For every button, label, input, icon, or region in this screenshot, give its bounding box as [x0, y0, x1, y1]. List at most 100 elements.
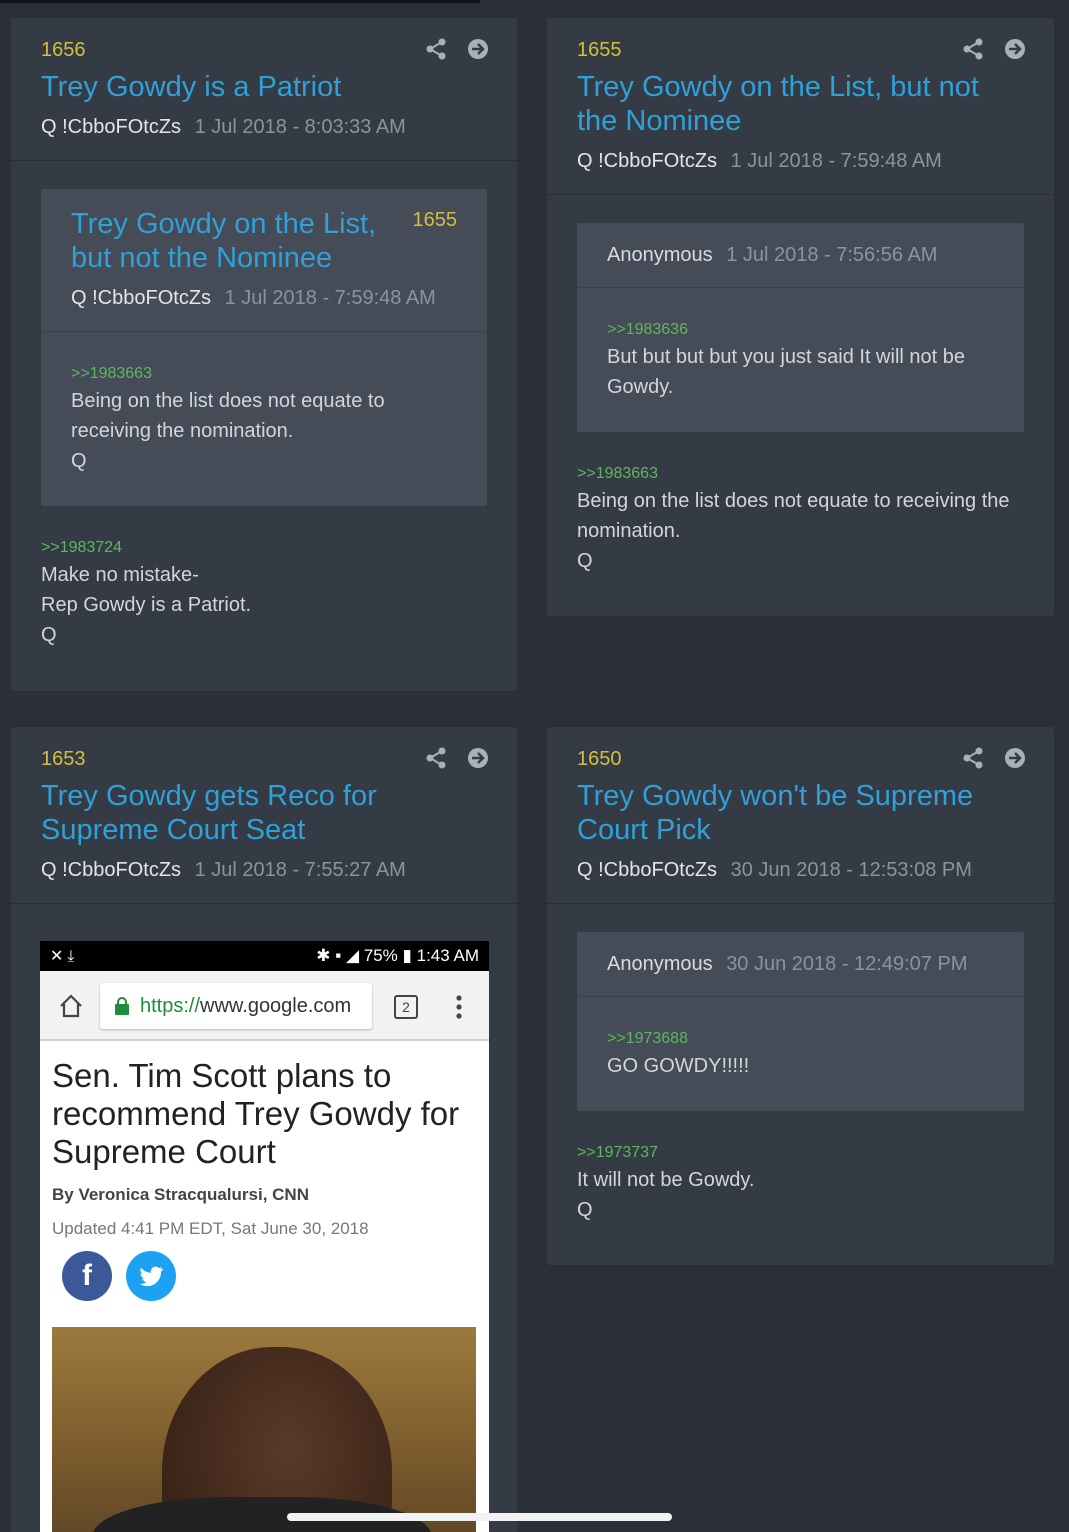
post-number: 1650 — [577, 748, 622, 770]
post-meta: Q !CbboFOtcZs 30 Jun 2018 - 12:53:08 PM — [577, 857, 1024, 883]
post-meta: Q !CbboFOtcZs 1 Jul 2018 - 8:03:33 AM — [41, 114, 487, 140]
signal-icons: ✱ ▪ ◢ — [316, 946, 364, 965]
post-body: >>1983724 Make no mistake- Rep Gowdy is … — [41, 536, 487, 650]
twitter-icon[interactable] — [126, 1251, 176, 1301]
url-host: www.google.com — [200, 994, 352, 1017]
quoted-author: Anonymous — [607, 953, 713, 975]
quoted-author: Anonymous — [607, 244, 713, 266]
reply-reference[interactable]: >>1983636 — [607, 318, 994, 342]
phone-status-bar: ✕⤓ ✱ ▪ ◢ 75% ▮ 1:43 AM — [40, 941, 489, 971]
post-author: Q !CbboFOtcZs — [577, 150, 718, 172]
home-icon[interactable] — [58, 993, 84, 1019]
quoted-post: Anonymous 30 Jun 2018 - 12:49:07 PM >>19… — [577, 932, 1024, 1111]
article-updated: Updated 4:41 PM EDT, Sat June 30, 2018 — [52, 1219, 369, 1238]
post-number: 1655 — [577, 39, 622, 61]
post-card-1655: 1655 Trey Gowdy on the List, but not the… — [547, 18, 1054, 616]
reply-reference[interactable]: >>1983663 — [71, 362, 457, 386]
share-icon[interactable] — [425, 38, 447, 60]
post-body: >>1983663 Being on the list does not equ… — [577, 462, 1024, 576]
home-indicator[interactable] — [287, 1513, 672, 1521]
post-title[interactable]: Trey Gowdy won't be Supreme Court Pick — [577, 779, 1024, 847]
quoted-title[interactable]: Trey Gowdy on the List, but not the Nomi… — [71, 207, 457, 275]
post-meta: Q !CbboFOtcZs 1 Jul 2018 - 7:55:27 AM — [41, 857, 487, 883]
status-right: ✱ ▪ ◢ 75% ▮ 1:43 AM — [316, 946, 479, 966]
post-author: Q !CbboFOtcZs — [577, 859, 718, 881]
post-signature: Q — [577, 550, 593, 572]
card-body: Trey Gowdy on the List, but not the Nomi… — [11, 161, 517, 680]
post-date: 1 Jul 2018 - 7:55:27 AM — [194, 859, 406, 881]
quoted-text: GO GOWDY!!!!! — [607, 1055, 750, 1077]
reply-reference[interactable]: >>1973688 — [607, 1027, 994, 1051]
url-field[interactable]: https://www.google.com — [100, 983, 372, 1029]
quoted-header: Anonymous 30 Jun 2018 - 12:49:07 PM — [577, 932, 1024, 997]
post-author: Q !CbboFOtcZs — [41, 116, 182, 138]
arrow-right-circle-icon[interactable] — [1004, 38, 1026, 60]
quoted-number: 1655 — [412, 209, 458, 231]
post-title[interactable]: Trey Gowdy gets Reco for Supreme Court S… — [41, 779, 487, 847]
reply-reference[interactable]: >>1973737 — [577, 1141, 1024, 1165]
card-header: 1655 Trey Gowdy on the List, but not the… — [547, 18, 1054, 195]
post-number: 1653 — [41, 748, 86, 770]
post-date: 1 Jul 2018 - 7:59:48 AM — [730, 150, 942, 172]
post-date: 1 Jul 2018 - 8:03:33 AM — [194, 116, 406, 138]
share-icon[interactable] — [425, 747, 447, 769]
article: Sen. Tim Scott plans to recommend Trey G… — [40, 1041, 489, 1532]
post-text: Rep Gowdy is a Patriot. — [41, 594, 252, 616]
browser-toolbar: https://www.google.com 2 — [40, 971, 489, 1041]
tab-count-icon[interactable]: 2 — [394, 995, 418, 1019]
quoted-body: >>1983663 Being on the list does not equ… — [41, 332, 487, 506]
post-text: Being on the list does not equate to rec… — [577, 490, 1010, 542]
share-icon[interactable] — [962, 38, 984, 60]
status-left-icons: ✕⤓ — [50, 948, 79, 965]
quoted-author: Q !CbboFOtcZs — [71, 287, 212, 309]
quoted-post: Trey Gowdy on the List, but not the Nomi… — [41, 189, 487, 506]
post-number: 1656 — [41, 39, 86, 61]
quoted-signature: Q — [71, 450, 87, 472]
share-icon[interactable] — [962, 747, 984, 769]
post-text: It will not be Gowdy. — [577, 1169, 755, 1191]
url-scheme: https:// — [140, 994, 201, 1017]
quoted-text: But but but but you just said It will no… — [607, 346, 965, 398]
attached-screenshot[interactable]: ✕⤓ ✱ ▪ ◢ 75% ▮ 1:43 AM https://www.googl… — [40, 941, 489, 1532]
quoted-header: Anonymous 1 Jul 2018 - 7:56:56 AM — [577, 223, 1024, 288]
battery-level: 75% — [363, 946, 398, 965]
card-header: 1650 Trey Gowdy won't be Supreme Court P… — [547, 727, 1054, 904]
quoted-header: Trey Gowdy on the List, but not the Nomi… — [41, 189, 487, 332]
social-share-row: f — [52, 1251, 477, 1301]
battery-icon: ▮ — [402, 946, 412, 965]
arrow-right-circle-icon[interactable] — [467, 38, 489, 60]
post-signature: Q — [41, 624, 57, 646]
lock-icon — [114, 997, 130, 1015]
more-vert-icon[interactable] — [454, 993, 464, 1021]
post-signature: Q — [577, 1199, 593, 1221]
quoted-body: >>1973688 GO GOWDY!!!!! — [577, 997, 1024, 1111]
quoted-date: 30 Jun 2018 - 12:49:07 PM — [726, 953, 968, 975]
post-card-1656: 1656 Trey Gowdy is a Patriot Q !CbboFOtc… — [11, 18, 517, 691]
arrow-right-circle-icon[interactable] — [1004, 747, 1026, 769]
reply-reference[interactable]: >>1983724 — [41, 536, 487, 560]
quoted-body: >>1983636 But but but but you just said … — [577, 288, 1024, 432]
post-card-1650: 1650 Trey Gowdy won't be Supreme Court P… — [547, 727, 1054, 1265]
post-body: >>1973737 It will not be Gowdy. Q — [577, 1141, 1024, 1225]
quoted-text: Being on the list does not equate to rec… — [71, 390, 385, 442]
arrow-right-circle-icon[interactable] — [467, 747, 489, 769]
facebook-icon[interactable]: f — [62, 1251, 112, 1301]
top-strip — [0, 0, 480, 3]
quoted-post: Anonymous 1 Jul 2018 - 7:56:56 AM >>1983… — [577, 223, 1024, 432]
post-title[interactable]: Trey Gowdy is a Patriot — [41, 70, 487, 104]
card-body: Anonymous 30 Jun 2018 - 12:49:07 PM >>19… — [547, 904, 1054, 1255]
post-date: 30 Jun 2018 - 12:53:08 PM — [730, 859, 972, 881]
article-byline: By Veronica Stracqualursi, CNN — [52, 1185, 309, 1204]
quoted-meta: Q !CbboFOtcZs 1 Jul 2018 - 7:59:48 AM — [71, 285, 457, 311]
clock: 1:43 AM — [416, 946, 479, 965]
post-meta: Q !CbboFOtcZs 1 Jul 2018 - 7:59:48 AM — [577, 148, 1024, 174]
card-body: Anonymous 1 Jul 2018 - 7:56:56 AM >>1983… — [547, 195, 1054, 606]
post-title[interactable]: Trey Gowdy on the List, but not the Nomi… — [577, 70, 1024, 138]
quoted-date: 1 Jul 2018 - 7:59:48 AM — [224, 287, 436, 309]
article-photo — [52, 1327, 476, 1532]
card-header: 1653 Trey Gowdy gets Reco for Supreme Co… — [11, 727, 517, 904]
reply-reference[interactable]: >>1983663 — [577, 462, 1024, 486]
card-header: 1656 Trey Gowdy is a Patriot Q !CbboFOtc… — [11, 18, 517, 161]
article-headline: Sen. Tim Scott plans to recommend Trey G… — [52, 1057, 460, 1170]
quoted-date: 1 Jul 2018 - 7:56:56 AM — [726, 244, 938, 266]
